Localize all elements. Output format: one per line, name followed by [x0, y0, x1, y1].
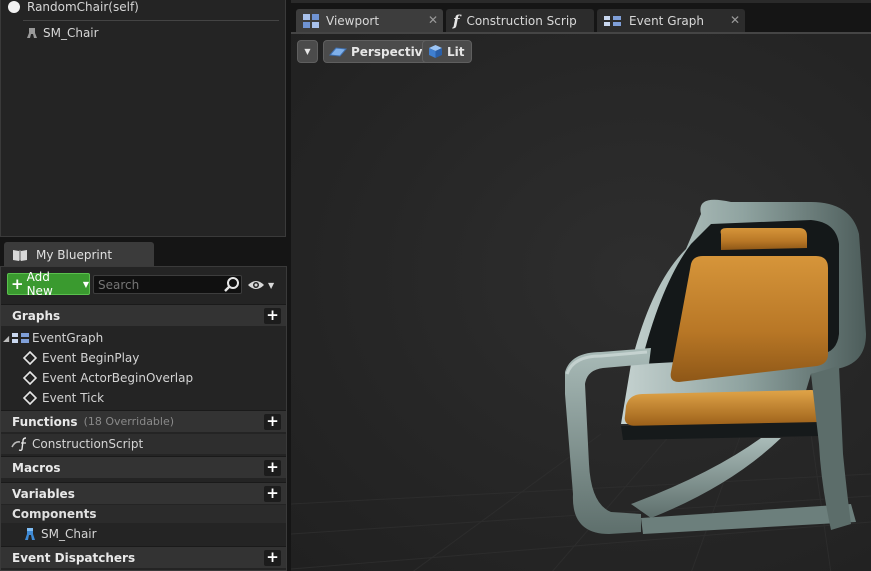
add-event-dispatcher-button[interactable]: + — [264, 550, 281, 566]
event-dispatchers-section-header[interactable]: Event Dispatchers + — [1, 546, 286, 568]
components-subgroup-label: Components — [12, 507, 97, 521]
add-graph-button[interactable]: + — [264, 308, 281, 324]
lit-button[interactable]: Lit — [422, 40, 472, 63]
graph-item-label: Event BeginPlay — [42, 351, 140, 365]
graph-item-label: Event Tick — [42, 391, 105, 405]
event-diamond-icon — [23, 391, 37, 405]
functions-section-header[interactable]: Functions (18 Overridable) + — [1, 410, 286, 432]
viewport-icon — [303, 13, 319, 28]
tab-event-graph[interactable]: Event Graph ✕ — [597, 9, 745, 32]
functions-title: Functions — [12, 414, 78, 429]
add-macro-button[interactable]: + — [264, 460, 281, 476]
graph-item-event-beginplay[interactable]: Event BeginPlay — [1, 348, 286, 368]
static-mesh-icon — [25, 528, 35, 540]
chevron-down-icon: ▼ — [268, 280, 275, 290]
view-options-button[interactable]: ▼ — [247, 276, 279, 294]
eye-icon — [248, 281, 264, 289]
function-icon — [11, 437, 27, 451]
my-blueprint-panel: + Add New ▼ ▼ Graphs + ◢ EventGraph — [0, 266, 287, 571]
graphs-section-header[interactable]: Graphs + — [1, 304, 286, 326]
function-item-constructionscript[interactable]: ConstructionScript — [1, 434, 286, 454]
collapse-arrow-icon: ◢ — [3, 333, 10, 343]
function-icon: f — [453, 11, 460, 30]
components-panel: RandomChair(self) SM_Chair — [0, 0, 286, 237]
viewport[interactable]: ▼ Perspective Lit — [291, 32, 871, 571]
tab-construction-script[interactable]: f Construction Scrip — [446, 9, 594, 32]
book-icon — [13, 249, 27, 261]
my-blueprint-tabstrip: My Blueprint — [0, 237, 290, 267]
variables-section-header[interactable]: Variables + — [1, 482, 286, 504]
search-input[interactable] — [93, 275, 242, 294]
tab-label: Viewport — [326, 13, 380, 28]
chevron-down-icon: ▼ — [82, 279, 89, 289]
tab-label: Construction Scrip — [466, 13, 577, 28]
tabstrip-border — [291, 0, 871, 3]
graph-item-label: EventGraph — [32, 331, 104, 345]
variables-components-subheader[interactable]: Components — [1, 505, 286, 523]
tab-my-blueprint[interactable]: My Blueprint — [4, 242, 154, 267]
close-icon[interactable]: ✕ — [730, 13, 740, 27]
event-dispatchers-title: Event Dispatchers — [12, 550, 136, 565]
add-function-button[interactable]: + — [264, 414, 281, 430]
variables-title: Variables — [12, 486, 75, 501]
lit-label: Lit — [447, 44, 465, 59]
perspective-button[interactable]: Perspective — [323, 40, 438, 63]
my-blueprint-toolbar: + Add New ▼ ▼ — [1, 267, 286, 301]
close-icon[interactable]: ✕ — [428, 13, 438, 27]
add-new-button[interactable]: + Add New ▼ — [7, 270, 90, 298]
event-graph-icon — [604, 15, 621, 26]
graph-item-event-tick[interactable]: Event Tick — [1, 388, 286, 408]
perspective-icon — [329, 46, 347, 57]
macros-title: Macros — [12, 460, 61, 475]
function-item-label: ConstructionScript — [32, 437, 144, 451]
variable-item-sm-chair[interactable]: SM_Chair — [1, 524, 286, 544]
tab-viewport[interactable]: Viewport ✕ — [296, 9, 443, 32]
component-child-label: SM_Chair — [43, 26, 99, 40]
perspective-label: Perspective — [351, 44, 431, 59]
document-tabstrip: Viewport ✕ f Construction Scrip Event Gr… — [291, 0, 871, 32]
viewport-options-button[interactable]: ▼ — [297, 40, 318, 63]
functions-overridable-count: (18 Overridable) — [83, 415, 175, 428]
add-new-label: Add New — [26, 270, 53, 298]
event-diamond-icon — [23, 351, 37, 365]
macros-section-header[interactable]: Macros + — [1, 456, 286, 478]
lit-cube-icon — [429, 45, 442, 58]
graph-item-eventgraph[interactable]: ◢ EventGraph — [1, 328, 286, 348]
add-variable-button[interactable]: + — [264, 486, 281, 502]
tab-my-blueprint-label: My Blueprint — [36, 247, 113, 262]
actor-sphere-icon — [8, 1, 20, 13]
event-graph-icon — [12, 333, 29, 343]
plus-icon: + — [11, 274, 24, 293]
component-root-row[interactable]: RandomChair(self) — [7, 0, 139, 16]
search-icon[interactable] — [223, 276, 241, 294]
graph-item-label: Event ActorBeginOverlap — [42, 371, 194, 385]
component-root-label: RandomChair(self) — [27, 0, 139, 14]
variable-item-label: SM_Chair — [41, 527, 97, 541]
component-divider — [23, 20, 279, 21]
graph-item-event-actorbeginoverlap[interactable]: Event ActorBeginOverlap — [1, 368, 286, 388]
static-mesh-icon — [27, 28, 37, 38]
graphs-title: Graphs — [12, 308, 61, 323]
chevron-down-icon: ▼ — [304, 47, 311, 56]
event-diamond-icon — [23, 371, 37, 385]
tab-label: Event Graph — [629, 13, 704, 28]
component-child-row[interactable]: SM_Chair — [25, 24, 99, 42]
chair-model — [565, 199, 866, 534]
